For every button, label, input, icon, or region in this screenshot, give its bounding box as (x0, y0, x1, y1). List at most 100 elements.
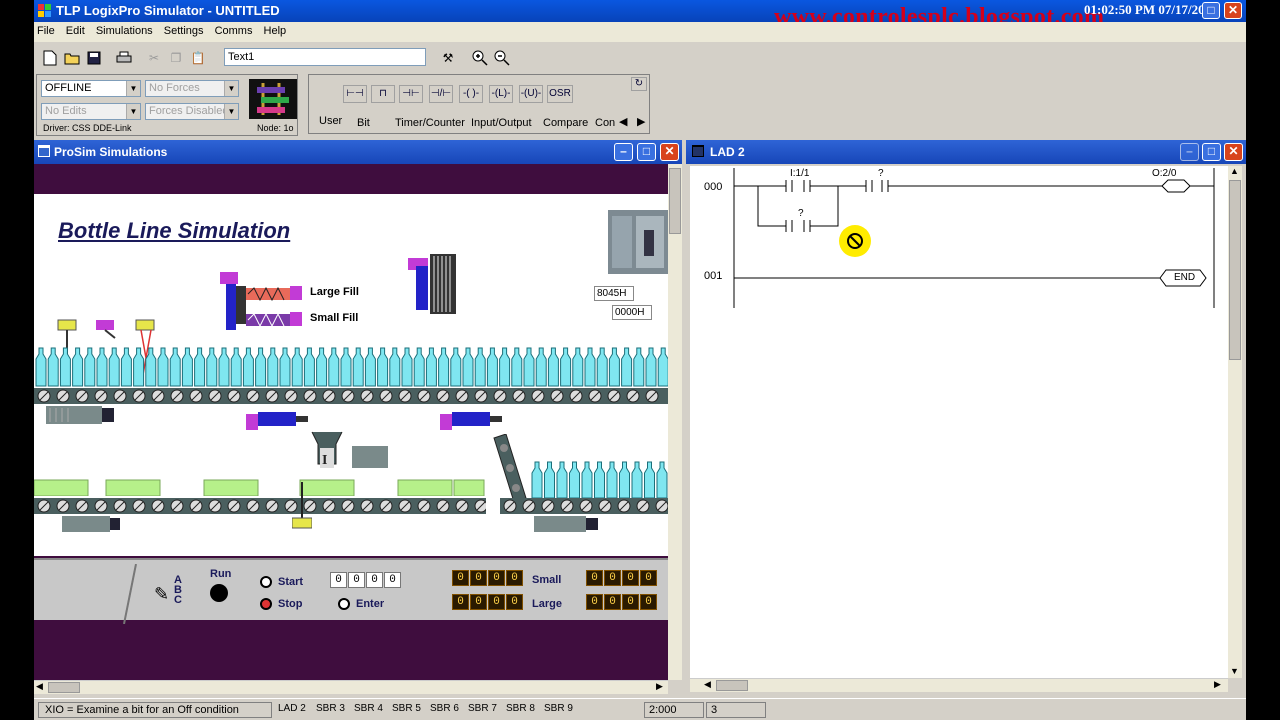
counter-digit: 0 (604, 594, 621, 610)
file-tab-sbr4[interactable]: SBR 4 (354, 703, 383, 714)
paste-icon[interactable]: 📋 (188, 48, 208, 68)
edits-select[interactable]: No Edits ▼ (41, 103, 141, 120)
close-button[interactable]: ✕ (660, 143, 679, 161)
bottle-icon (194, 347, 206, 387)
minimize-button[interactable]: – (1180, 143, 1199, 161)
menu-comms[interactable]: Comms (212, 22, 258, 37)
otl-icon[interactable]: -(L)- (489, 85, 513, 103)
palette-tab-timer-counter[interactable]: Timer/Counter (395, 117, 465, 129)
cut-icon[interactable]: ✂ (144, 48, 164, 68)
file-tab-sbr5[interactable]: SBR 5 (392, 703, 421, 714)
minimize-button[interactable]: – (614, 143, 633, 161)
lad-horizontal-scrollbar[interactable]: ◀ ▶ (690, 678, 1228, 692)
osr-button[interactable]: OSR (547, 85, 573, 103)
refresh-icon[interactable]: ↻ (631, 77, 647, 91)
file-tab-sbr3[interactable]: SBR 3 (316, 703, 345, 714)
bottle-icon (606, 461, 618, 499)
prosim-horizontal-scrollbar[interactable]: ◀ ▶ (34, 680, 668, 694)
file-tab-sbr9[interactable]: SBR 9 (544, 703, 573, 714)
run-indicator (210, 584, 228, 602)
scroll-right-icon[interactable]: ▶ (1214, 679, 1221, 690)
branch-icon[interactable]: ⊓ (371, 85, 395, 103)
start-radio[interactable] (260, 576, 272, 588)
bottle-icon (364, 347, 376, 387)
palette-tab-compare[interactable]: Compare (543, 117, 588, 129)
scroll-up-icon[interactable]: ▲ (1230, 166, 1239, 176)
thumbwheel-digit[interactable]: 0 (348, 572, 365, 588)
palette-tab-con[interactable]: Con (595, 117, 615, 129)
mode-select[interactable]: OFFLINE ▼ (41, 80, 141, 97)
rung-icon[interactable]: ⊢⊣ (343, 85, 367, 103)
rung-comment-input[interactable] (224, 48, 426, 66)
prosim-vertical-scrollbar[interactable] (668, 164, 682, 680)
new-file-icon[interactable] (40, 48, 60, 68)
scroll-right-icon[interactable]: ▶ (656, 681, 663, 692)
file-tab-sbr7[interactable]: SBR 7 (468, 703, 497, 714)
menu-edit[interactable]: Edit (63, 22, 90, 37)
thumbwheel-digit[interactable]: 0 (384, 572, 401, 588)
scroll-thumb[interactable] (716, 680, 748, 691)
bottle-icon (608, 347, 620, 387)
forces-state-select[interactable]: Forces Disabled ▼ (145, 103, 239, 120)
open-folder-icon[interactable] (62, 48, 82, 68)
menu-settings[interactable]: Settings (161, 22, 209, 37)
menu-simulations[interactable]: Simulations (93, 22, 158, 37)
node-label: Node: 1o (257, 123, 294, 133)
file-tab-lad2[interactable]: LAD 2 (278, 703, 306, 714)
zoom-out-icon[interactable] (492, 48, 512, 68)
file-tab-sbr8[interactable]: SBR 8 (506, 703, 535, 714)
file-tab-sbr6[interactable]: SBR 6 (430, 703, 459, 714)
thumbwheel-digit[interactable]: 0 (330, 572, 347, 588)
palette-tab-bit[interactable]: Bit (357, 117, 370, 129)
menu-help[interactable]: Help (261, 22, 292, 37)
enter-label: Enter (356, 598, 385, 610)
scroll-thumb[interactable] (1229, 180, 1241, 360)
bottle-icon (474, 347, 486, 387)
palette-tab-input-output[interactable]: Input/Output (471, 117, 532, 129)
bottle-icon (450, 347, 462, 387)
palette-tab-user[interactable]: User (319, 115, 342, 127)
palette-scroll-right-icon[interactable]: ▶ (637, 115, 645, 128)
tools-icon[interactable]: ⚒ (438, 48, 458, 68)
lower-right-conveyor (500, 498, 668, 514)
maximize-app-button[interactable]: □ (1202, 2, 1220, 19)
bottle-icon (438, 347, 450, 387)
save-icon[interactable] (84, 48, 104, 68)
palette-scroll-left-icon[interactable]: ◀ (619, 115, 627, 128)
copy-icon[interactable]: ❐ (166, 48, 186, 68)
ote-icon[interactable]: -( )- (459, 85, 483, 103)
lower-box-row (34, 479, 485, 496)
xio-icon[interactable]: ⊣/⊢ (429, 85, 453, 103)
close-app-button[interactable]: ✕ (1224, 2, 1242, 19)
forces-select[interactable]: No Forces ▼ (145, 80, 239, 97)
scroll-down-icon[interactable]: ▼ (1230, 666, 1239, 676)
scroll-left-icon[interactable]: ◀ (704, 679, 711, 690)
zoom-in-icon[interactable] (470, 48, 490, 68)
counter-digit: 0 (506, 594, 523, 610)
menu-file[interactable]: File (34, 22, 60, 37)
bottle-icon (84, 347, 96, 387)
thumbwheel-digit[interactable]: 0 (366, 572, 383, 588)
bottle-icon (47, 347, 59, 387)
enter-radio[interactable] (338, 598, 350, 610)
close-button[interactable]: ✕ (1224, 143, 1243, 161)
scroll-thumb[interactable] (669, 168, 681, 234)
print-icon[interactable] (114, 48, 134, 68)
lad-vertical-scrollbar[interactable]: ▲ ▼ (1228, 166, 1242, 678)
maximize-button[interactable]: □ (1202, 143, 1221, 161)
bottle-icon (413, 347, 425, 387)
ladder-editor[interactable]: 000 001 I:1/1 ? ? O:2/0 END (690, 166, 1228, 678)
end-instruction[interactable]: END (1174, 272, 1195, 283)
maximize-button[interactable]: □ (637, 143, 656, 161)
hopper-image: I (311, 431, 388, 468)
stop-radio[interactable] (260, 598, 272, 610)
chevron-down-icon: ▼ (126, 81, 140, 96)
box-icon (453, 479, 485, 496)
thumbwheel-switch[interactable]: 0 0 0 0 (330, 572, 401, 588)
scroll-left-icon[interactable]: ◀ (36, 681, 43, 692)
otu-icon[interactable]: -(U)- (519, 85, 543, 103)
xic-icon[interactable]: ⊣⊢ (399, 85, 423, 103)
scroll-thumb[interactable] (48, 682, 80, 693)
bottle-icon (181, 347, 193, 387)
bottle-icon (544, 461, 555, 499)
